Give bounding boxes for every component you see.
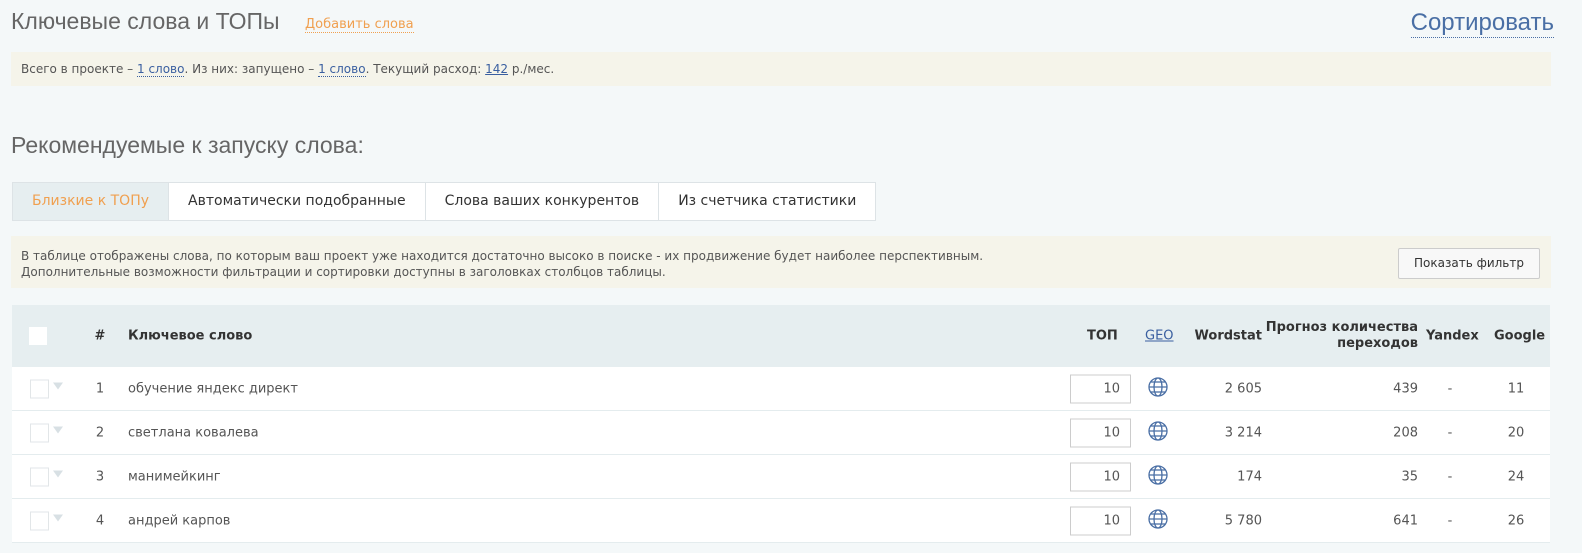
project-summary: Всего в проекте – 1 слово. Из них: запущ… [11,52,1551,86]
globe-icon[interactable] [1147,376,1169,402]
top-input[interactable]: 10 [1070,506,1131,535]
tab-near-top[interactable]: Близкие к ТОПу [13,183,170,220]
row-keyword: андрей карпов [128,513,231,528]
row-dropdown-icon[interactable] [53,426,63,433]
spend-link[interactable]: 142 [485,62,508,76]
page-title: Ключевые слова и ТОПы [11,8,280,34]
tab-auto[interactable]: Автоматически подобранные [169,183,426,220]
row-num: 1 [95,381,105,396]
row-wordstat: 174 [1237,469,1262,484]
row-dropdown-icon[interactable] [53,470,63,477]
summary-text: Всего в проекте – [21,62,137,76]
row-dropdown-icon[interactable] [53,382,63,389]
col-forecast[interactable]: Прогноз количества переходов [1266,320,1418,352]
col-forecast-line: переходов [1337,336,1418,351]
row-forecast: 641 [1393,513,1418,528]
summary-text: . Текущий расход: [365,62,486,76]
col-geo[interactable]: GEO [1145,329,1174,344]
launched-words-link[interactable]: 1 слово [318,62,366,77]
row-num: 4 [95,513,105,528]
col-google[interactable]: Google [1494,329,1545,344]
row-wordstat: 3 214 [1224,425,1262,440]
info-line: В таблице отображены слова, по которым в… [21,249,984,263]
col-num: # [94,328,106,344]
row-checkbox[interactable] [30,511,49,530]
row-yandex: - [1447,513,1453,528]
tabs: Близкие к ТОПу Автоматически подобранные… [12,182,877,221]
row-yandex: - [1447,469,1453,484]
info-line: Дополнительные возможности фильтрации и … [21,265,666,279]
row-checkbox[interactable] [30,379,49,398]
globe-icon[interactable] [1147,464,1169,490]
row-google: 11 [1507,381,1525,396]
row-forecast: 35 [1401,469,1418,484]
row-checkbox[interactable] [30,423,49,442]
summary-text: . Из них: запущено – [184,62,319,76]
info-notice: В таблице отображены слова, по которым в… [11,236,1551,288]
summary-text: р./мес. [508,62,555,76]
row-keyword: светлана ковалева [128,425,259,440]
row-num: 2 [95,425,105,440]
tab-counter[interactable]: Из счетчика статистики [659,183,876,220]
row-wordstat: 5 780 [1224,513,1262,528]
table-row: 1 обучение яндекс директ 10 2 605 439 - … [12,367,1550,411]
row-yandex: - [1447,381,1453,396]
col-top[interactable]: ТОП [1087,329,1118,344]
top-input[interactable]: 10 [1070,462,1131,491]
tab-competitors[interactable]: Слова ваших конкурентов [425,183,660,220]
col-wordstat[interactable]: Wordstat [1195,329,1262,344]
table-row: 3 манимейкинг 10 174 35 - 24 [12,455,1550,499]
add-words-link[interactable]: Добавить слова [305,17,414,33]
row-wordstat: 2 605 [1224,381,1262,396]
row-checkbox[interactable] [30,467,49,486]
top-input[interactable]: 10 [1070,374,1131,403]
total-words-link[interactable]: 1 слово [137,62,185,77]
row-keyword: манимейкинг [128,469,221,484]
select-all-checkbox[interactable] [29,327,47,345]
row-num: 3 [95,469,105,484]
globe-icon[interactable] [1147,508,1169,534]
table-header: # Ключевое слово ТОП GEO Wordstat Прогно… [12,305,1550,367]
col-keyword[interactable]: Ключевое слово [128,329,252,344]
col-forecast-line: Прогноз количества [1265,320,1418,335]
row-forecast: 208 [1393,425,1418,440]
row-google: 24 [1507,469,1525,484]
top-input[interactable]: 10 [1070,418,1131,447]
col-yandex[interactable]: Yandex [1426,329,1479,344]
globe-icon[interactable] [1147,420,1169,446]
table-row: 2 светлана ковалева 10 3 214 208 - 20 [12,411,1550,455]
keywords-table: # Ключевое слово ТОП GEO Wordstat Прогно… [12,305,1550,543]
row-keyword: обучение яндекс директ [128,381,298,396]
table-row: 4 андрей карпов 10 5 780 641 - 26 [12,499,1550,543]
row-google: 20 [1507,425,1525,440]
row-dropdown-icon[interactable] [53,514,63,521]
row-yandex: - [1447,425,1453,440]
row-forecast: 439 [1393,381,1418,396]
row-google: 26 [1507,513,1525,528]
show-filter-button[interactable]: Показать фильтр [1398,248,1540,279]
section-title: Рекомендуемые к запуску слова: [11,132,364,158]
sort-link[interactable]: Сортировать [1410,9,1554,38]
